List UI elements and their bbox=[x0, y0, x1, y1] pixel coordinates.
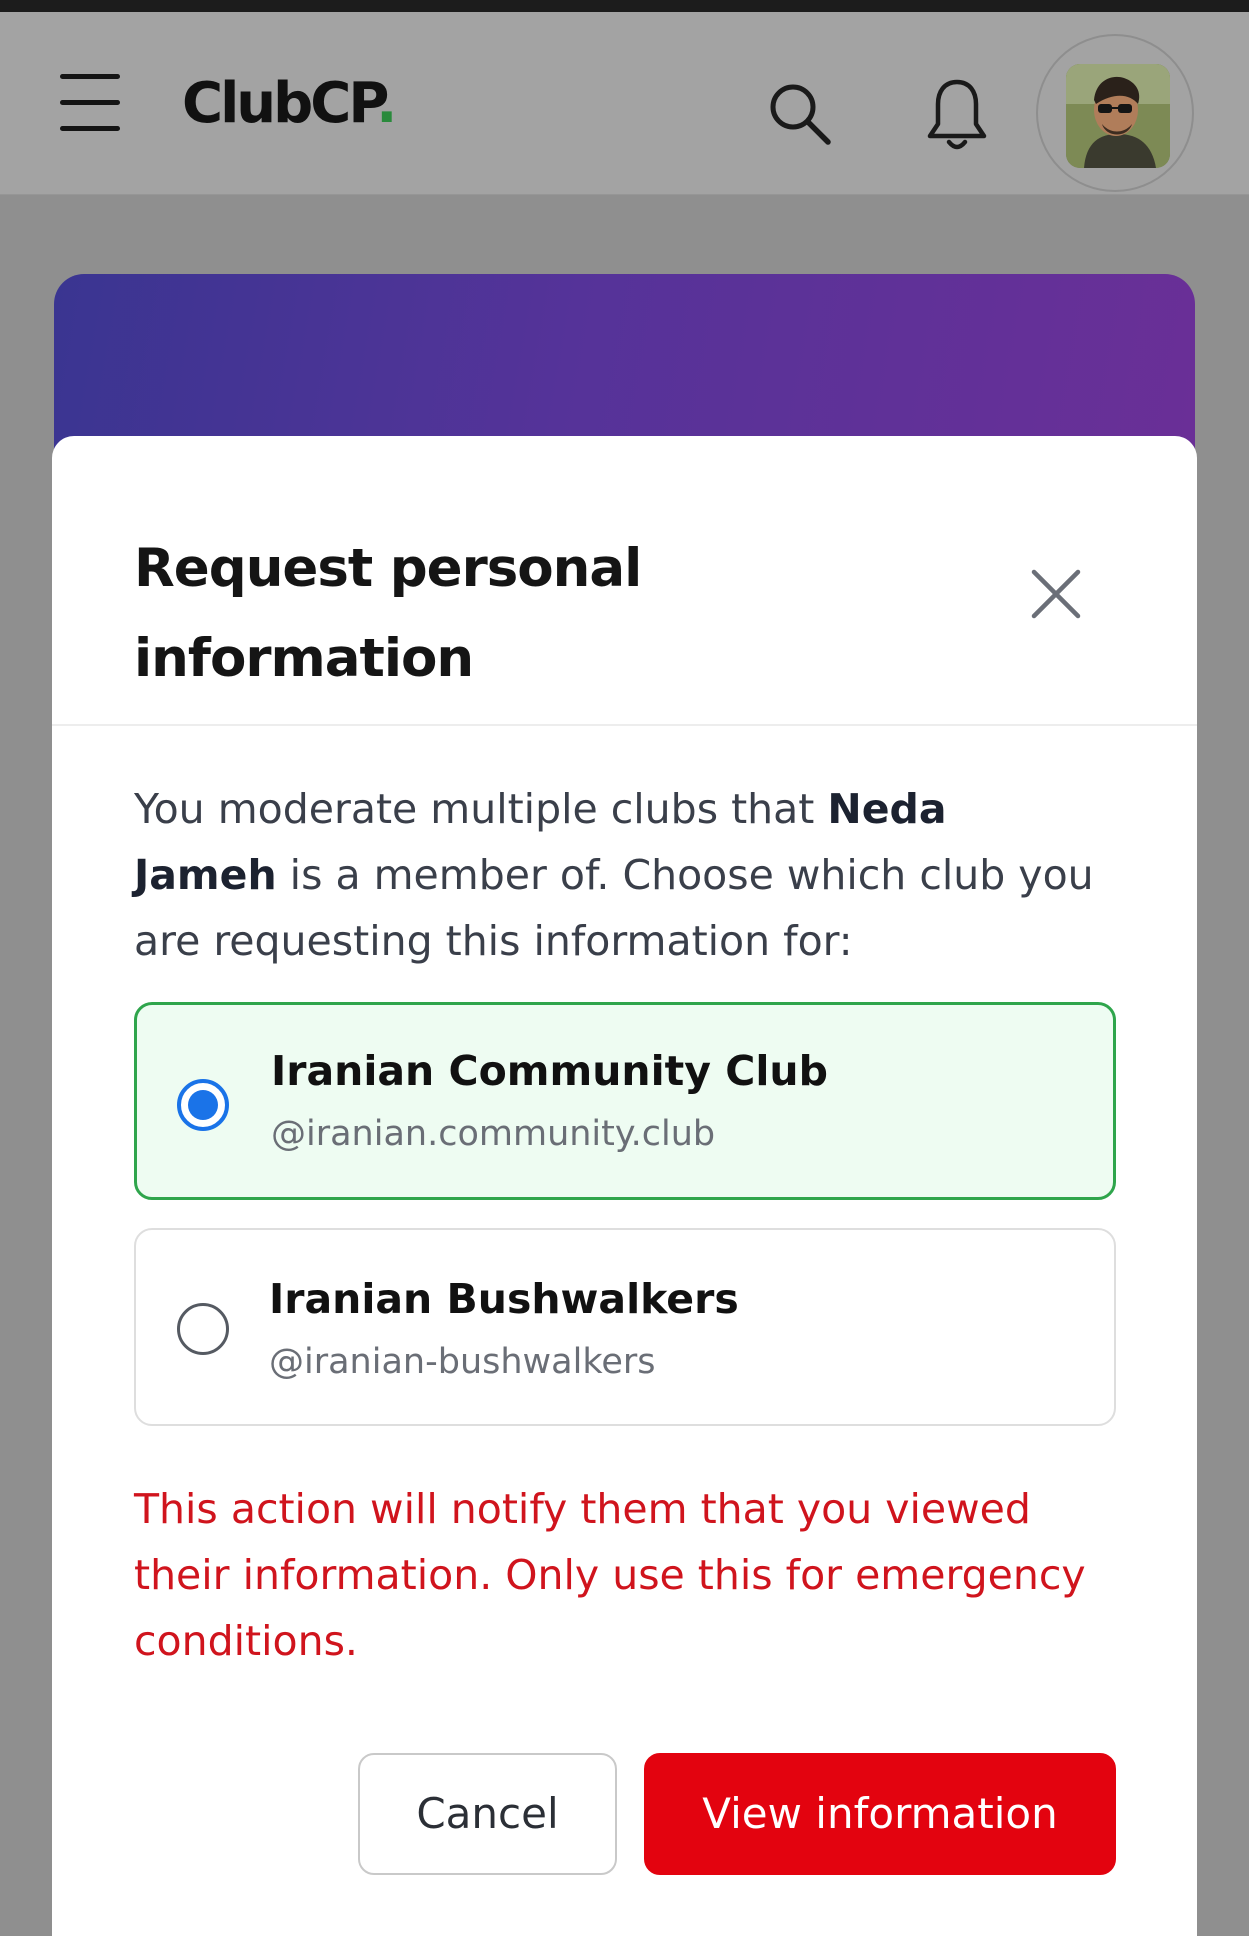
search-icon[interactable] bbox=[764, 78, 836, 150]
modal-title: Request personal information bbox=[134, 538, 642, 689]
brand-dot: . bbox=[376, 71, 397, 136]
radio-selected-icon[interactable] bbox=[177, 1079, 229, 1131]
club-cover-banner bbox=[54, 274, 1195, 454]
bell-icon[interactable] bbox=[924, 76, 990, 156]
brand-name: ClubCP bbox=[182, 71, 379, 136]
radio-unselected-icon[interactable] bbox=[177, 1303, 229, 1355]
club-handle: @iranian-bushwalkers bbox=[269, 1342, 656, 1382]
avatar-button[interactable] bbox=[1036, 34, 1194, 192]
club-option-iranian-community-club[interactable]: Iranian Community Club @iranian.communit… bbox=[134, 1002, 1116, 1200]
brand-logo[interactable]: ClubCP. bbox=[182, 76, 397, 132]
club-name: Iranian Bushwalkers bbox=[269, 1275, 739, 1323]
club-handle: @iranian.community.club bbox=[271, 1114, 716, 1154]
intro-text: You moderate multiple clubs that Neda Ja… bbox=[134, 776, 1094, 974]
view-information-button[interactable]: View information bbox=[644, 1753, 1116, 1875]
club-name: Iranian Community Club bbox=[271, 1047, 828, 1095]
app-header: ClubCP. bbox=[0, 12, 1249, 195]
intro-after: is a member of. Choose which club you ar… bbox=[134, 851, 1094, 965]
hamburger-menu-icon[interactable] bbox=[58, 72, 122, 134]
warning-text: This action will notify them that you vi… bbox=[134, 1485, 1086, 1665]
avatar bbox=[1066, 64, 1170, 168]
cancel-button[interactable]: Cancel bbox=[358, 1753, 617, 1875]
modal-divider bbox=[52, 724, 1197, 726]
club-option-iranian-bushwalkers[interactable]: Iranian Bushwalkers @iranian-bushwalkers bbox=[134, 1228, 1116, 1426]
request-info-modal: Request personal information You moderat… bbox=[52, 436, 1197, 1936]
close-icon[interactable] bbox=[1024, 562, 1088, 626]
intro-before: You moderate multiple clubs that bbox=[134, 785, 828, 833]
status-strip bbox=[0, 0, 1249, 12]
